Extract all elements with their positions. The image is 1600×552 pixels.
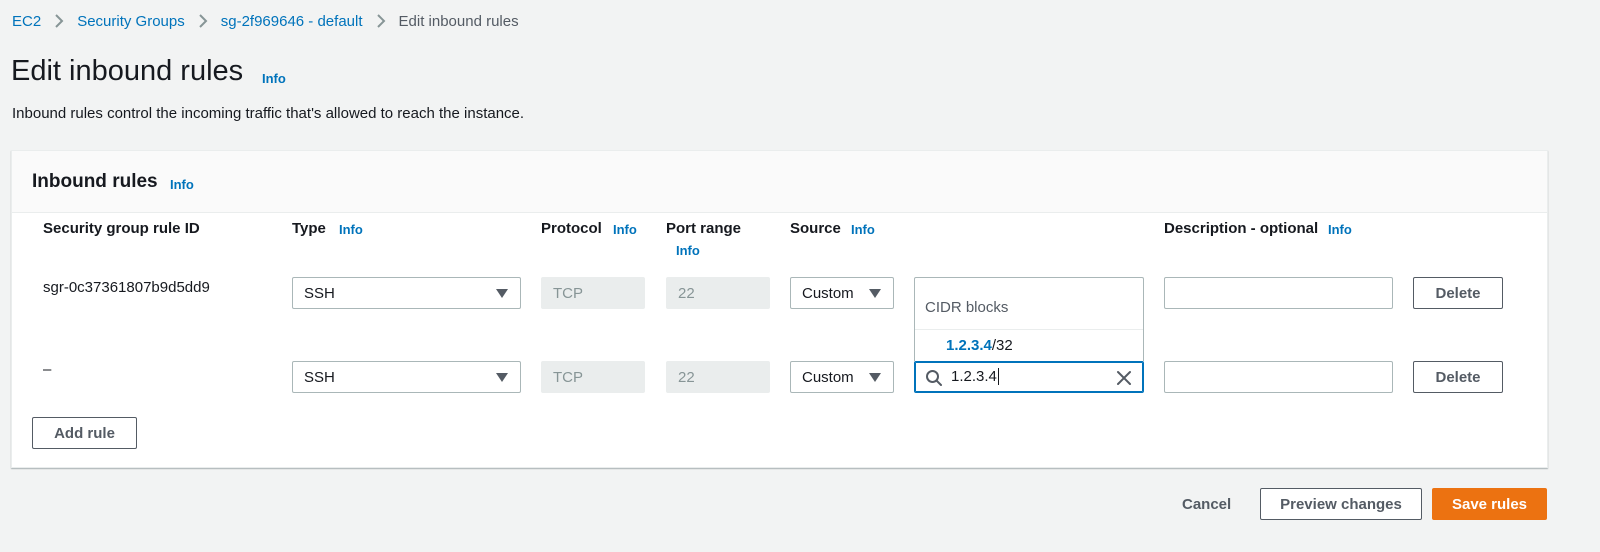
dropdown-option-match: 1.2.3.4 (946, 337, 992, 354)
dropdown-group-label: CIDR blocks (925, 299, 1009, 316)
column-header-description: Description - optional (1164, 220, 1319, 237)
protocol-info-link[interactable]: Info (613, 222, 637, 237)
rule-id-cell: – (43, 361, 52, 378)
panel-header: Inbound rules Info (12, 151, 1547, 213)
type-select-value: SSH (304, 368, 335, 386)
search-icon (926, 370, 942, 386)
clear-icon[interactable] (1115, 369, 1133, 387)
port-range-info-link[interactable]: Info (676, 243, 700, 258)
description-info-link[interactable]: Info (1328, 222, 1352, 237)
inbound-rules-panel: Inbound rules Info Security group rule I… (11, 150, 1548, 468)
rule-id-cell: sgr-0c37361807b9d5dd9 (43, 279, 210, 296)
source-type-select[interactable]: Custom (790, 277, 894, 309)
type-select[interactable]: SSH (292, 361, 521, 393)
caret-down-icon (496, 373, 508, 382)
type-select[interactable]: SSH (292, 277, 521, 309)
chevron-right-icon (376, 14, 385, 28)
add-rule-button[interactable]: Add rule (32, 417, 137, 449)
column-header-rule-id: Security group rule ID (43, 220, 200, 237)
panel-info-link[interactable]: Info (170, 177, 194, 192)
source-dropdown: CIDR blocks 1.2.3.4/32 (914, 277, 1144, 361)
source-type-select-value: Custom (802, 284, 854, 302)
panel-title: Inbound rules (32, 171, 158, 192)
chevron-right-icon (199, 14, 208, 28)
page-info-link[interactable]: Info (262, 71, 286, 86)
breadcrumb: EC2 Security Groups sg-2f969646 - defaul… (12, 11, 519, 31)
type-info-link[interactable]: Info (339, 222, 363, 237)
source-type-select[interactable]: Custom (790, 361, 894, 393)
port-range-field: 22 (666, 361, 770, 393)
protocol-field: TCP (541, 361, 645, 393)
preview-changes-button[interactable]: Preview changes (1260, 488, 1422, 520)
dropdown-option-cidr[interactable]: 1.2.3.4/32 (915, 330, 1143, 361)
column-header-port-range: Port range (666, 220, 742, 237)
delete-rule-button[interactable]: Delete (1413, 277, 1503, 309)
protocol-field: TCP (541, 277, 645, 309)
page-description: Inbound rules control the incoming traff… (12, 105, 525, 122)
page-title: Edit inbound rules (11, 55, 244, 87)
breadcrumb-item-security-groups[interactable]: Security Groups (77, 13, 185, 30)
chevron-right-icon (55, 14, 64, 28)
caret-down-icon (869, 289, 881, 298)
column-header-protocol: Protocol (541, 220, 602, 237)
source-search-input[interactable]: 1.2.3.4 (914, 361, 1144, 393)
source-type-select-value: Custom (802, 368, 854, 386)
breadcrumb-current: Edit inbound rules (398, 12, 519, 30)
delete-rule-button[interactable]: Delete (1413, 361, 1503, 393)
port-range-field: 22 (666, 277, 770, 309)
save-rules-button[interactable]: Save rules (1432, 488, 1547, 520)
dropdown-option-suffix: /32 (991, 337, 1013, 354)
source-info-link[interactable]: Info (851, 222, 875, 237)
source-search-value: 1.2.3.4 (951, 368, 999, 385)
caret-down-icon (869, 373, 881, 382)
cancel-button[interactable]: Cancel (1182, 496, 1231, 513)
breadcrumb-item-security-group[interactable]: sg-2f969646 - default (221, 13, 363, 30)
description-input[interactable] (1164, 277, 1393, 309)
breadcrumb-item-ec2[interactable]: EC2 (12, 13, 41, 30)
description-input[interactable] (1164, 361, 1393, 393)
column-header-type: Type (292, 220, 326, 237)
caret-down-icon (496, 289, 508, 298)
type-select-value: SSH (304, 284, 335, 302)
column-header-source: Source (790, 220, 841, 237)
